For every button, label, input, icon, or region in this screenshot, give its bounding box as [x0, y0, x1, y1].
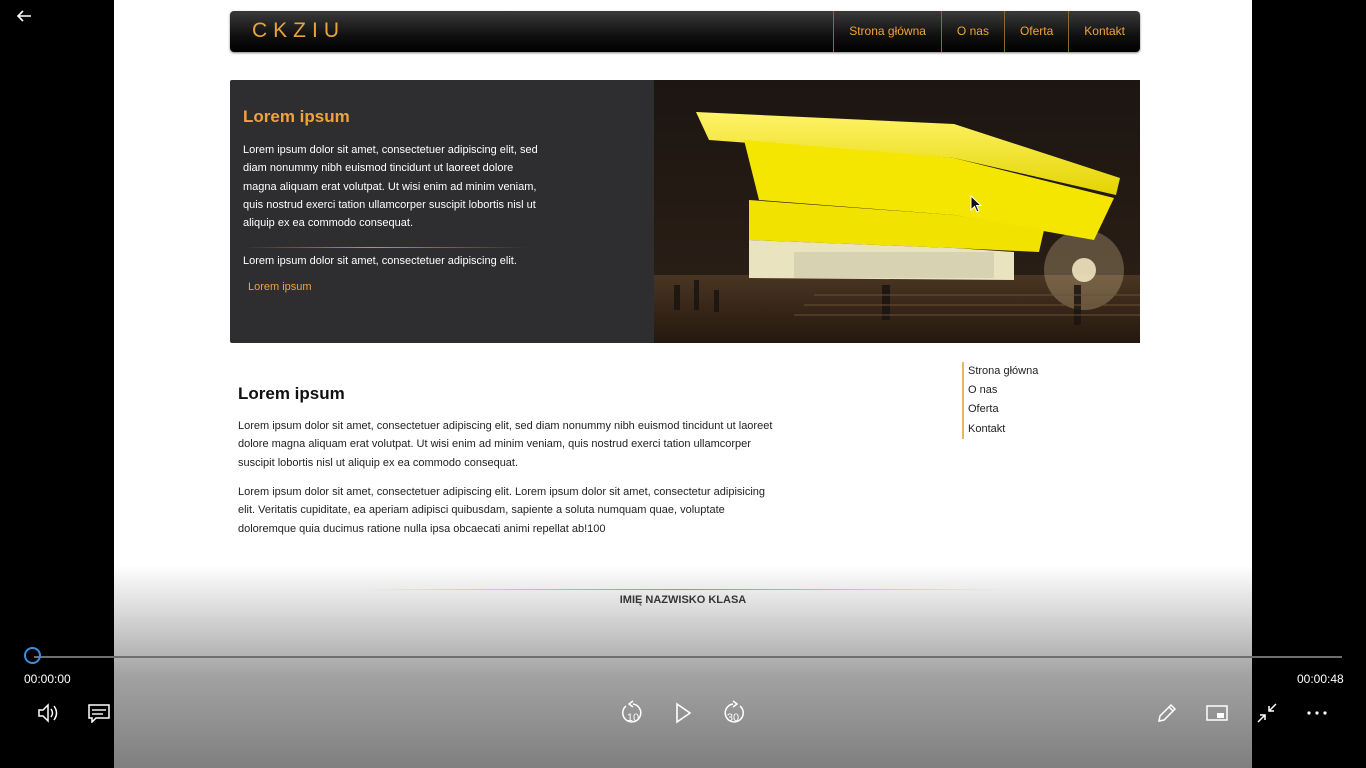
hero-subtext: Lorem ipsum dolor sit amet, consectetuer…	[243, 255, 517, 267]
content-paragraph-1: Lorem ipsum dolor sit amet, consectetuer…	[238, 420, 773, 469]
nav-link-about[interactable]: O nas	[940, 11, 1004, 52]
content-title: Lorem ipsum	[238, 384, 345, 403]
exit-fullscreen-icon	[1257, 703, 1277, 723]
subtitles-button[interactable]	[83, 697, 115, 729]
hero-title: Lorem ipsum	[243, 107, 350, 126]
rewind-icon: 10	[622, 700, 642, 724]
volume-icon	[38, 703, 58, 723]
footer-divider	[364, 589, 1004, 590]
hero-link[interactable]: Lorem ipsum	[248, 281, 312, 293]
pencil-icon	[1158, 703, 1177, 722]
forward-icon: 30	[724, 700, 744, 724]
hero-building-image	[654, 80, 1140, 343]
site-logo[interactable]: CKZIU	[252, 19, 345, 43]
content-paragraph-2: Lorem ipsum dolor sit amet, consectetuer…	[238, 486, 766, 535]
hero-text: Lorem ipsum dolor sit amet, consectetuer…	[243, 144, 538, 230]
total-time: 00:00:48	[1297, 672, 1344, 686]
more-options-button[interactable]	[1301, 697, 1333, 729]
seek-handle[interactable]	[24, 647, 41, 664]
nav-link-contact[interactable]: Kontakt	[1068, 11, 1140, 52]
side-menu: Strona główna O nas Oferta Kontakt	[962, 362, 1038, 439]
volume-button[interactable]	[33, 697, 65, 729]
video-frame[interactable]: CKZIU Strona główna O nas Oferta Kontakt…	[114, 0, 1252, 768]
nav-link-offer[interactable]: Oferta	[1003, 11, 1068, 52]
rewind-button[interactable]: 10	[617, 697, 649, 729]
site-header: CKZIU Strona główna O nas Oferta Kontakt	[230, 11, 1140, 52]
side-menu-item-about[interactable]: O nas	[968, 381, 1038, 400]
forward-button[interactable]: 30	[717, 697, 749, 729]
hero-banner: Lorem ipsum Lorem ipsum dolor sit amet, …	[230, 80, 1140, 343]
footer-text: IMIĘ NAZWISKO KLASA	[619, 594, 747, 606]
mini-view-button[interactable]	[1201, 697, 1233, 729]
nav-link-home[interactable]: Strona główna	[833, 11, 941, 52]
mini-view-icon	[1206, 705, 1228, 721]
rewind-seconds-label: 10	[627, 712, 639, 724]
play-icon	[676, 702, 692, 724]
side-menu-item-offer[interactable]: Oferta	[968, 400, 1038, 419]
subtitles-icon	[88, 704, 110, 723]
edit-button[interactable]	[1151, 697, 1183, 729]
hero-divider	[243, 247, 528, 248]
play-button[interactable]	[667, 697, 699, 729]
forward-seconds-label: 30	[727, 712, 739, 724]
current-time: 00:00:00	[24, 672, 71, 686]
site-nav: Strona główna O nas Oferta Kontakt	[833, 11, 1140, 52]
side-menu-item-contact[interactable]: Kontakt	[968, 420, 1038, 439]
back-button[interactable]	[12, 4, 36, 28]
exit-fullscreen-button[interactable]	[1251, 697, 1283, 729]
back-arrow-icon	[16, 10, 31, 22]
seek-bar[interactable]	[34, 656, 1342, 658]
side-menu-item-home[interactable]: Strona główna	[968, 362, 1038, 381]
more-options-icon	[1307, 711, 1327, 715]
mouse-cursor-icon	[970, 195, 982, 213]
